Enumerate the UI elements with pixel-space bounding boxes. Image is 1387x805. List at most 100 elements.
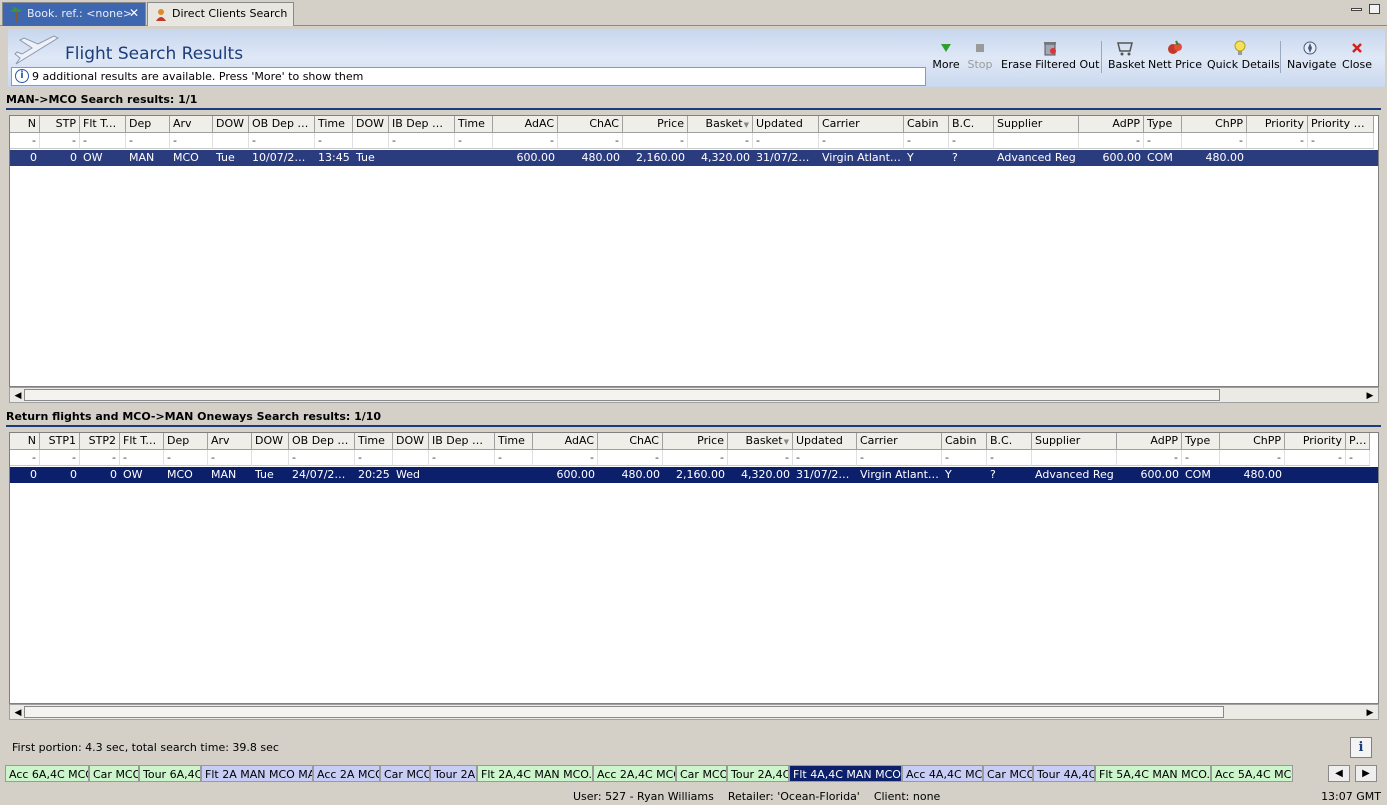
table-row[interactable]: 0 0 0 OW MCO MAN Tue 24/07/2018 20:25 Wed 600.00 48… [10, 467, 1378, 483]
scroll-left-icon[interactable]: ◀ [12, 707, 24, 719]
info-button[interactable]: i [1350, 737, 1372, 758]
itinerary-chip[interactable]: Flt 2A MAN MCO MAN [201, 765, 313, 782]
column-header[interactable]: Price [623, 116, 688, 133]
column-header[interactable]: AdAC [533, 433, 598, 450]
column-header[interactable]: Updated [793, 433, 857, 450]
stop-button[interactable]: Stop [965, 39, 995, 71]
filter-cell[interactable]: - [1285, 450, 1346, 466]
filter-cell[interactable]: - [558, 133, 623, 149]
filter-cell[interactable]: - [170, 133, 213, 149]
filter-cell[interactable]: - [1308, 133, 1374, 149]
itinerary-chip[interactable]: Flt 2A,4C MAN MCO... [477, 765, 593, 782]
column-header[interactable]: Dep [126, 116, 170, 133]
filter-cell[interactable]: - [1144, 133, 1182, 149]
filter-cell[interactable]: - [389, 133, 455, 149]
filter-cell[interactable]: - [1182, 133, 1247, 149]
filter-cell[interactable]: - [728, 450, 793, 466]
filter-cell[interactable]: - [40, 133, 80, 149]
return-results-grid[interactable]: N STP1 STP2 Flt Type Dep Arv DOW OB Dep D... Tim… [9, 432, 1379, 704]
filter-cell[interactable]: - [857, 450, 942, 466]
column-header[interactable]: Carrier [857, 433, 942, 450]
filter-cell[interactable]: - [1346, 450, 1370, 466]
column-header[interactable]: N [10, 433, 40, 450]
filter-cell[interactable] [213, 133, 249, 149]
column-header[interactable]: Flt Type [120, 433, 164, 450]
filter-cell[interactable] [252, 450, 289, 466]
filter-cell[interactable]: - [793, 450, 857, 466]
column-header[interactable]: DOW [353, 116, 389, 133]
column-header[interactable]: IB Dep Date [389, 116, 455, 133]
filter-cell[interactable]: - [355, 450, 393, 466]
column-header[interactable]: Cabin [942, 433, 987, 450]
column-header[interactable]: Supplier [1032, 433, 1117, 450]
filter-cell[interactable]: - [942, 450, 987, 466]
filter-cell[interactable]: - [10, 450, 40, 466]
column-header[interactable]: Cabin [904, 116, 949, 133]
column-header[interactable]: Priority [1247, 116, 1308, 133]
filter-row[interactable]: ----------------------- [10, 450, 1370, 466]
column-header[interactable]: ChAC [558, 116, 623, 133]
filter-row[interactable]: ---------------------- [10, 133, 1374, 149]
itinerary-chip[interactable]: Tour 4A,4C [1033, 765, 1095, 782]
column-header[interactable]: DOW [393, 433, 429, 450]
filter-cell[interactable]: - [315, 133, 353, 149]
more-button[interactable]: More [931, 39, 961, 71]
itinerary-chip[interactable]: Tour 2A,4C [727, 765, 789, 782]
navigate-button[interactable]: Navigate [1287, 39, 1336, 71]
column-header[interactable]: STP [40, 116, 80, 133]
filter-cell[interactable]: - [249, 133, 315, 149]
outbound-results-grid[interactable]: N STP Flt Type Dep Arv DOW OB Dep D... Time DOW I… [9, 115, 1379, 387]
itinerary-chip[interactable]: Flt 4A,4C MAN MCO... [789, 765, 902, 782]
column-header[interactable]: ChAC [598, 433, 663, 450]
column-header-row[interactable]: N STP Flt Type Dep Arv DOW OB Dep D... Time DOW I… [10, 116, 1374, 133]
filter-cell[interactable]: - [1247, 133, 1308, 149]
return-horizontal-scrollbar[interactable]: ◀ ▶ [9, 704, 1379, 720]
itinerary-chip[interactable]: Acc 6A,4C MCO [5, 765, 89, 782]
itinerary-chip[interactable]: Car MCO [89, 765, 139, 782]
column-header[interactable]: Basket▼ [688, 116, 753, 133]
column-header[interactable]: Priority [1285, 433, 1346, 450]
filter-cell[interactable]: - [80, 450, 120, 466]
filter-cell[interactable]: - [598, 450, 663, 466]
column-header[interactable]: Arv [208, 433, 252, 450]
itinerary-chip[interactable]: Car MCO [983, 765, 1033, 782]
column-header[interactable]: Arv [170, 116, 213, 133]
outbound-horizontal-scrollbar[interactable]: ◀ ▶ [9, 387, 1379, 403]
column-header[interactable]: AdPP [1117, 433, 1182, 450]
column-header[interactable]: Type [1144, 116, 1182, 133]
column-header[interactable]: Time [455, 116, 493, 133]
column-header[interactable]: Dep [164, 433, 208, 450]
erase-filtered-out-button[interactable]: Erase Filtered Out [1001, 39, 1099, 71]
filter-cell[interactable]: - [533, 450, 598, 466]
itinerary-chip[interactable]: Car MCO [676, 765, 727, 782]
chips-next-icon[interactable]: ▶ [1355, 765, 1377, 782]
filter-cell[interactable]: - [819, 133, 904, 149]
chips-prev-icon[interactable]: ◀ [1328, 765, 1350, 782]
basket-button[interactable]: Basket [1108, 39, 1145, 71]
filter-cell[interactable]: - [1220, 450, 1285, 466]
column-header[interactable]: Type [1182, 433, 1220, 450]
scrollbar-thumb[interactable] [24, 706, 1224, 718]
nett-price-button[interactable]: Nett Price [1148, 39, 1202, 71]
filter-cell[interactable]: - [495, 450, 533, 466]
column-header[interactable]: STP2 [80, 433, 120, 450]
maximize-icon[interactable] [1369, 4, 1380, 14]
filter-cell[interactable]: - [987, 450, 1032, 466]
column-header[interactable]: N [10, 116, 40, 133]
filter-cell[interactable]: - [623, 133, 688, 149]
filter-cell[interactable] [393, 450, 429, 466]
filter-cell[interactable]: - [40, 450, 80, 466]
filter-cell[interactable]: - [688, 133, 753, 149]
filter-cell[interactable] [994, 133, 1079, 149]
column-header[interactable]: OB Dep D... [249, 116, 315, 133]
filter-cell[interactable]: - [1117, 450, 1182, 466]
column-header[interactable]: Basket▼ [728, 433, 793, 450]
filter-cell[interactable]: - [120, 450, 164, 466]
column-header[interactable]: Time [355, 433, 393, 450]
column-header[interactable]: IB Dep Date [429, 433, 495, 450]
filter-cell[interactable]: - [164, 450, 208, 466]
column-header[interactable]: Prior [1346, 433, 1370, 450]
table-row[interactable]: 0 0 OW MAN MCO Tue 10/07/2018 13:45 Tue 600.00 480… [10, 150, 1378, 166]
column-header[interactable]: AdPP [1079, 116, 1144, 133]
filter-cell[interactable]: - [208, 450, 252, 466]
